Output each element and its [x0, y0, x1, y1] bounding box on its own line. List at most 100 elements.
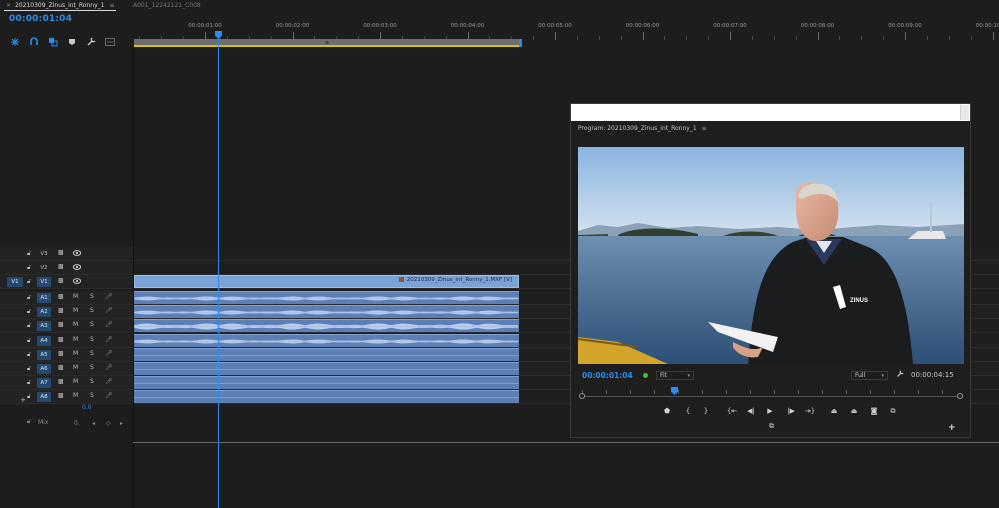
- voice-record-icon[interactable]: 🎤︎: [105, 392, 113, 399]
- sync-lock-icon[interactable]: ▩: [58, 392, 64, 399]
- solo-button[interactable]: S: [90, 350, 94, 357]
- track-target-a8[interactable]: A8: [37, 392, 51, 402]
- track-target-a2[interactable]: A2: [37, 307, 51, 317]
- voice-record-icon[interactable]: 🎤︎: [105, 307, 113, 314]
- zoom-level-select[interactable]: Fit ▾: [656, 371, 694, 380]
- lock-icon[interactable]: 🔓︎: [27, 250, 33, 257]
- sync-lock-icon[interactable]: ▩: [58, 277, 64, 284]
- lock-icon[interactable]: 🔓︎: [27, 264, 33, 271]
- track-header-v1[interactable]: V1 🔓︎ V1 ▩: [0, 275, 133, 289]
- eye-icon[interactable]: [73, 264, 81, 270]
- snap-icon[interactable]: [28, 36, 40, 48]
- sync-lock-icon[interactable]: ▩: [58, 336, 64, 343]
- step-forward-icon[interactable]: |▶: [787, 407, 795, 415]
- audio-clip-a2[interactable]: [134, 305, 519, 318]
- work-area-grip[interactable]: [325, 41, 328, 44]
- mute-button[interactable]: M: [73, 293, 78, 300]
- solo-button[interactable]: S: [90, 321, 94, 328]
- track-target-v2[interactable]: V2: [37, 263, 51, 273]
- lock-icon[interactable]: 🔓︎: [27, 337, 33, 344]
- linked-selection-icon[interactable]: [47, 36, 59, 48]
- solo-button[interactable]: S: [90, 293, 94, 300]
- track-target-a5[interactable]: A5: [37, 350, 51, 360]
- track-target-a4[interactable]: A4: [37, 336, 51, 346]
- track-header-a3[interactable]: 🔓︎ A3 ▩ M S 🎤︎: [0, 319, 133, 333]
- go-to-out-icon[interactable]: ⇥}: [805, 407, 815, 415]
- mark-out-icon[interactable]: }: [704, 407, 708, 415]
- mute-button[interactable]: M: [73, 350, 78, 357]
- mix-volume-value[interactable]: 0.0: [82, 404, 92, 411]
- add-marker-icon[interactable]: [66, 36, 78, 48]
- video-clip[interactable]: 20210309_Zinus_int_Ronny_1.MXF [V]: [134, 275, 519, 288]
- sync-lock-icon[interactable]: ▩: [58, 293, 64, 300]
- audio-clip-a8[interactable]: [134, 390, 519, 403]
- extract-icon[interactable]: ⏏: [851, 407, 858, 415]
- track-target-a1[interactable]: A1: [37, 293, 51, 303]
- voice-record-icon[interactable]: 🎤︎: [105, 321, 113, 328]
- monitor-scrub-bar[interactable]: [579, 393, 963, 399]
- wrench-icon[interactable]: [85, 36, 97, 48]
- comparison-view-icon[interactable]: ⧉: [891, 407, 896, 416]
- voice-record-icon[interactable]: 🎤︎: [105, 293, 113, 300]
- mix-next-icon[interactable]: ▸: [120, 420, 123, 427]
- track-header-a6[interactable]: 🔓︎ A6 ▩ M S 🎤︎: [0, 362, 133, 376]
- scrollbar[interactable]: [960, 105, 969, 120]
- lock-icon[interactable]: 🔓︎: [27, 294, 33, 301]
- lock-icon[interactable]: 🔓︎: [27, 365, 33, 372]
- sync-lock-icon[interactable]: ▩: [58, 249, 64, 256]
- solo-button[interactable]: S: [90, 307, 94, 314]
- track-target-v1[interactable]: V1: [37, 277, 51, 287]
- program-timecode[interactable]: 00:00:01:04: [582, 371, 633, 380]
- sync-lock-icon[interactable]: ▩: [58, 307, 64, 314]
- track-header-v3[interactable]: 🔓︎ V3 ▩: [0, 247, 133, 261]
- audio-clip-a7[interactable]: [134, 376, 519, 389]
- source-patch[interactable]: V1: [7, 277, 23, 287]
- program-video-frame[interactable]: ZINUS: [578, 147, 964, 364]
- mark-in-icon[interactable]: {: [686, 407, 690, 415]
- eye-icon[interactable]: [73, 278, 81, 284]
- voice-record-icon[interactable]: 🎤︎: [105, 350, 113, 357]
- button-editor-icon[interactable]: +: [948, 423, 956, 433]
- playhead-line[interactable]: [218, 36, 219, 508]
- tab-sequence-active[interactable]: × 20210309_Zinus_int_Ronny_1 ≡: [4, 1, 117, 11]
- lock-icon[interactable]: 🔓︎: [27, 379, 33, 386]
- voice-record-icon[interactable]: 🎤︎: [105, 364, 113, 371]
- solo-button[interactable]: S: [90, 392, 94, 399]
- add-marker-icon[interactable]: ⬟: [664, 407, 670, 415]
- sync-lock-icon[interactable]: ▩: [58, 364, 64, 371]
- mute-button[interactable]: M: [73, 307, 78, 314]
- work-area-end-handle[interactable]: [519, 39, 522, 47]
- mix-keyframe-icon[interactable]: ◇: [106, 420, 111, 427]
- panel-menu-icon[interactable]: ≡: [109, 2, 114, 9]
- audio-clip-a4[interactable]: [134, 334, 519, 347]
- lock-icon[interactable]: 🔓︎: [27, 351, 33, 358]
- track-header-a4[interactable]: 🔓︎ A4 ▩ M S 🎤︎: [0, 334, 133, 348]
- mute-button[interactable]: M: [73, 392, 78, 399]
- close-tab-icon[interactable]: ×: [6, 2, 11, 9]
- tab-sequence-inactive[interactable]: A001_12242121_C008: [133, 1, 201, 11]
- voice-record-icon[interactable]: 🎤︎: [105, 336, 113, 343]
- lock-icon[interactable]: 🔓︎: [27, 278, 33, 285]
- track-header-a7[interactable]: 🔓︎ A7 ▩ M S 🎤︎: [0, 376, 133, 390]
- track-header-a1[interactable]: 🔓︎ A1 ▩ M S 🎤︎: [0, 291, 133, 305]
- solo-button[interactable]: S: [90, 378, 94, 385]
- toggle-proxies-icon[interactable]: ⧉: [769, 422, 774, 431]
- audio-clip-a5[interactable]: [134, 348, 519, 361]
- zoom-handle-right[interactable]: [957, 393, 963, 399]
- sync-lock-icon[interactable]: ▩: [58, 263, 64, 270]
- track-header-v2[interactable]: 🔓︎ V2 ▩: [0, 261, 133, 275]
- monitor-time-ruler[interactable]: [582, 387, 960, 395]
- eye-icon[interactable]: [73, 250, 81, 256]
- audio-clip-a3[interactable]: [134, 319, 519, 332]
- playback-resolution-select[interactable]: Full ▾: [851, 371, 888, 380]
- captions-icon[interactable]: [104, 36, 116, 48]
- go-to-in-icon[interactable]: {⇤: [727, 407, 737, 415]
- track-header-a2[interactable]: 🔓︎ A2 ▩ M S 🎤︎: [0, 305, 133, 319]
- track-target-a7[interactable]: A7: [37, 378, 51, 388]
- sequence-timecode[interactable]: 00:00:01:04: [9, 14, 72, 24]
- solo-button[interactable]: S: [90, 364, 94, 371]
- mix-knob[interactable]: 0.: [74, 420, 80, 427]
- add-track-icon[interactable]: +: [20, 396, 26, 404]
- export-frame-icon[interactable]: ◙: [871, 407, 878, 415]
- lock-icon[interactable]: 🔓︎: [27, 322, 33, 329]
